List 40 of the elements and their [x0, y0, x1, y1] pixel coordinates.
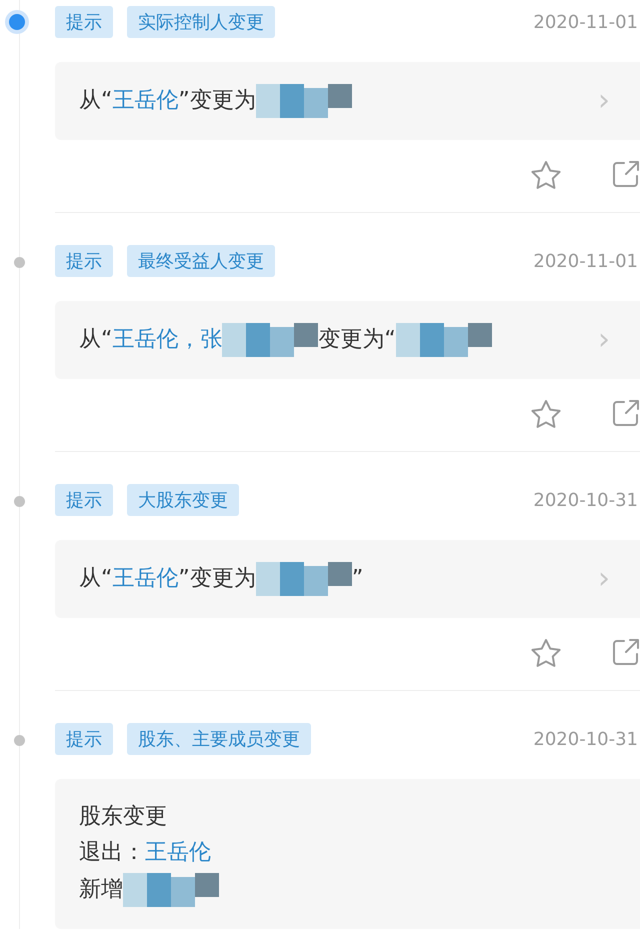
change-text: 退出： [79, 839, 145, 867]
star-icon[interactable] [530, 638, 562, 668]
change-text: 变更为“ [318, 326, 396, 354]
change-text: 从“ [79, 87, 112, 115]
person-link[interactable]: 王岳伦 [112, 563, 178, 595]
chevron: › [598, 564, 610, 594]
person-link[interactable]: 张 [200, 324, 222, 356]
chevron: › [598, 325, 610, 355]
person-link[interactable]: 王岳伦 [112, 85, 178, 117]
change-text: ”变更为 [178, 87, 256, 115]
change-text: 股东变更 [79, 803, 167, 831]
change-text: ” [352, 565, 364, 593]
share-icon[interactable] [612, 638, 640, 666]
event-date: 2020-10-31 [533, 728, 638, 750]
event-date: 2020-11-01 [533, 250, 638, 272]
event-date: 2020-11-01 [533, 12, 638, 32]
person-link[interactable]: 王岳伦 [145, 837, 211, 869]
star-icon[interactable] [530, 160, 562, 190]
tag: 股东、主要成员变更 [127, 723, 311, 755]
change-card[interactable]: 从“王岳伦，张 变更为“ › [55, 301, 640, 379]
chevron: › [598, 86, 610, 116]
change-text: 新增 [79, 876, 123, 904]
event-date: 2020-10-31 [533, 490, 638, 510]
tag: 大股东变更 [127, 484, 239, 516]
change-text: ”变更为 [178, 565, 256, 593]
tag: 提示 [55, 6, 113, 38]
star-icon[interactable] [530, 399, 562, 429]
tag: 提示 [55, 484, 113, 516]
person-link[interactable]: 王岳伦， [112, 324, 200, 356]
share-icon[interactable] [612, 399, 640, 427]
change-card[interactable]: 从“王岳伦”变更为 ” › [55, 540, 640, 618]
tag: 提示 [55, 245, 113, 277]
change-card[interactable]: 从“王岳伦”变更为 › [55, 62, 640, 140]
change-text: 从“ [79, 326, 112, 354]
change-text: 从“ [79, 565, 112, 593]
change-card[interactable]: 股东变更 退出：王岳伦 新增 [55, 779, 640, 929]
tag: 最终受益人变更 [127, 245, 275, 277]
tag: 提示 [55, 723, 113, 755]
share-icon[interactable] [612, 160, 640, 188]
tag: 实际控制人变更 [127, 6, 275, 38]
